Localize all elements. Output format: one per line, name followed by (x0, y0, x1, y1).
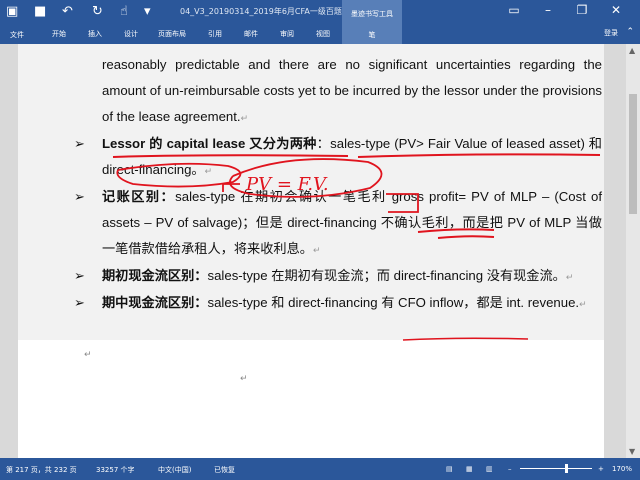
minimize-icon[interactable]: – (538, 3, 558, 17)
contextual-tools-label: 墨迹书写工具 (351, 10, 393, 18)
sign-in-link[interactable]: 登录 (604, 28, 618, 38)
zoom-level[interactable]: 170% (612, 465, 632, 473)
ink-underline-cfo (402, 337, 529, 341)
ink-box-gross-profit (386, 193, 419, 213)
zoom-slider[interactable] (520, 468, 592, 469)
tab-view[interactable]: 视图 (316, 29, 330, 39)
status-bar: 第 217 页，共 232 页 33257 个字 中文(中国) 已恢复 ▤ ▦ … (0, 458, 640, 480)
ink-annotations: PV = F.V. (112, 153, 601, 341)
undo-icon[interactable]: ↶ (62, 3, 73, 21)
zoom-slider-thumb[interactable] (565, 464, 568, 473)
page-count[interactable]: 第 217 页，共 232 页 (6, 465, 77, 475)
restore-icon[interactable]: ❐ (572, 3, 592, 17)
tab-mailings[interactable]: 邮件 (244, 29, 258, 39)
ribbon-tab-bar: 开始 插入 设计 页面布局 引用 邮件 审阅 视图 (0, 26, 640, 44)
tab-insert[interactable]: 插入 (88, 29, 102, 39)
ribbon-display-options-icon[interactable]: ▭ (504, 3, 524, 17)
recovered-status: 已恢复 (214, 466, 235, 474)
tab-layout[interactable]: 页面布局 (158, 29, 186, 39)
ink-underline-sales-type (357, 153, 601, 158)
expand-ribbon-icon[interactable]: ⌃ (626, 27, 634, 37)
ink-handwriting-pv-fv: PV = F.V. (245, 174, 329, 195)
scroll-up-icon[interactable]: ▲ (629, 46, 635, 55)
save-icon[interactable]: ■ (34, 3, 46, 21)
read-mode-icon[interactable]: ▤ (446, 465, 453, 473)
ink-circle-direct-financing (116, 162, 242, 188)
document-title: 04_V3_20190314_2019年6月CFA一级百题预... (180, 7, 358, 16)
customize-toolbar-icon[interactable]: ▾ (144, 3, 151, 21)
tab-file-label: 文件 (10, 31, 24, 39)
zoom-out-icon[interactable]: – (508, 465, 512, 473)
contextual-tools-header: 墨迹书写工具 (342, 0, 402, 26)
vertical-scrollbar[interactable]: ▲ ▼ (626, 44, 640, 458)
tab-references[interactable]: 引用 (208, 29, 222, 39)
redo-icon[interactable]: ↻ (92, 3, 103, 21)
paragraph-mark-icon: ↵ (240, 374, 248, 384)
document-page: reasonably predictable and there are no … (18, 44, 604, 458)
word-app-icon[interactable]: ▣ (6, 3, 18, 21)
ink-underline-no-gross-profit (417, 228, 495, 233)
scroll-thumb[interactable] (629, 94, 637, 214)
document-area: reasonably predictable and there are no … (0, 44, 640, 458)
scroll-down-icon[interactable]: ▼ (629, 447, 635, 456)
ink-underline-capital-lease (112, 154, 349, 158)
tab-review[interactable]: 审阅 (280, 29, 294, 39)
tab-file[interactable]: 文件 (0, 26, 40, 44)
paragraph-mark-icon: ↵ (84, 350, 92, 360)
tab-design[interactable]: 设计 (124, 29, 138, 39)
close-icon[interactable]: ✕ (606, 3, 626, 17)
word-count[interactable]: 33257 个字 (96, 465, 135, 475)
tab-pen-label: 笔 (368, 31, 376, 39)
print-layout-icon[interactable]: ▦ (466, 465, 473, 473)
tab-home[interactable]: 开始 (52, 29, 66, 39)
touch-mode-icon[interactable]: ☝ (120, 3, 128, 21)
language-indicator[interactable]: 中文(中国) (158, 465, 191, 475)
web-layout-icon[interactable]: ▥ (486, 465, 493, 473)
ink-underline-no-gross-profit-2 (437, 235, 495, 239)
title-bar: ▣ ■ ↶ ↻ ☝ ▾ 04_V3_20190314_2019年6月CFA一级百… (0, 0, 640, 26)
tab-pen[interactable]: 笔 (342, 26, 402, 44)
zoom-in-icon[interactable]: + (598, 465, 604, 473)
